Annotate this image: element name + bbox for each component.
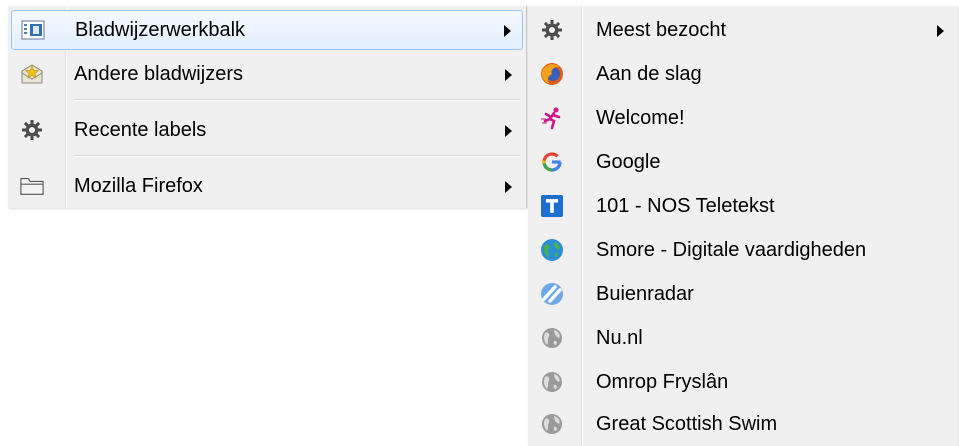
submenu-item-smore[interactable]: Smore - Digitale vaardigheden — [528, 230, 958, 270]
firefox-icon — [540, 62, 564, 86]
buienradar-icon — [540, 282, 564, 306]
menu-item-bookmarks-toolbar[interactable]: Bladwijzerwerkbalk — [11, 10, 523, 50]
submenu-item-label: Great Scottish Swim — [596, 413, 778, 435]
submenu-item-label: Nu.nl — [596, 327, 643, 349]
submenu-arrow-icon — [504, 25, 511, 37]
submenu-item-nos-teletekst[interactable]: 101 - NOS Teletekst — [528, 186, 958, 226]
submenu-item-aan-de-slag[interactable]: Aan de slag — [528, 54, 958, 94]
globe-blue-icon — [540, 238, 564, 262]
gear-icon — [20, 118, 44, 142]
globe-gray-icon — [540, 412, 564, 436]
submenu-item-label: Meest bezocht — [596, 19, 727, 41]
globe-gray-icon — [540, 326, 564, 350]
submenu-item-most-visited[interactable]: Meest bezocht — [528, 10, 958, 50]
submenu-item-label: Welcome! — [596, 107, 685, 129]
submenu-item-nu-nl[interactable]: Nu.nl — [528, 318, 958, 358]
google-g-icon — [540, 150, 564, 174]
menu-separator — [74, 155, 520, 157]
runner-icon — [540, 106, 564, 130]
folder-icon — [20, 174, 44, 198]
submenu-arrow-icon — [937, 25, 944, 37]
menu-item-other-bookmarks[interactable]: Andere bladwijzers — [8, 54, 526, 94]
submenu-item-label: 101 - NOS Teletekst — [596, 195, 775, 217]
teletekst-t-icon — [540, 194, 564, 218]
submenu-item-label: Smore - Digitale vaardigheden — [596, 239, 867, 261]
globe-gray-icon — [540, 370, 564, 394]
gear-icon — [540, 18, 564, 42]
submenu-item-google[interactable]: Google — [528, 142, 958, 182]
bookmarks-toolbar-icon — [21, 18, 45, 42]
submenu-arrow-icon — [505, 125, 512, 137]
menu-separator — [74, 99, 520, 101]
menu-item-label: Andere bladwijzers — [74, 63, 243, 85]
submenu-item-label: Buienradar — [596, 283, 694, 305]
submenu-item-great-scottish-swim[interactable]: Great Scottish Swim — [528, 404, 958, 444]
submenu-arrow-icon — [505, 69, 512, 81]
bookmarks-menu: Bladwijzerwerkbalk Andere bladwijzers Re… — [8, 6, 527, 208]
submenu-item-label: Aan de slag — [596, 63, 702, 85]
other-bookmarks-star-icon — [20, 62, 44, 86]
submenu-item-buienradar[interactable]: Buienradar — [528, 274, 958, 314]
submenu-item-welcome[interactable]: Welcome! — [528, 98, 958, 138]
menu-item-label: Recente labels — [74, 119, 207, 141]
menu-item-recent-labels[interactable]: Recente labels — [8, 110, 526, 150]
submenu-item-label: Google — [596, 151, 661, 173]
menu-item-label: Bladwijzerwerkbalk — [75, 19, 246, 41]
menu-item-mozilla-firefox[interactable]: Mozilla Firefox — [8, 166, 526, 206]
menu-item-label: Mozilla Firefox — [74, 175, 203, 197]
submenu-item-omrop-fryslan[interactable]: Omrop Fryslân — [528, 362, 958, 402]
submenu-item-label: Omrop Fryslân — [596, 371, 729, 393]
submenu-arrow-icon — [505, 181, 512, 193]
bookmarks-toolbar-submenu: Meest bezocht Aan de slag Welcome! Googl… — [528, 6, 958, 446]
